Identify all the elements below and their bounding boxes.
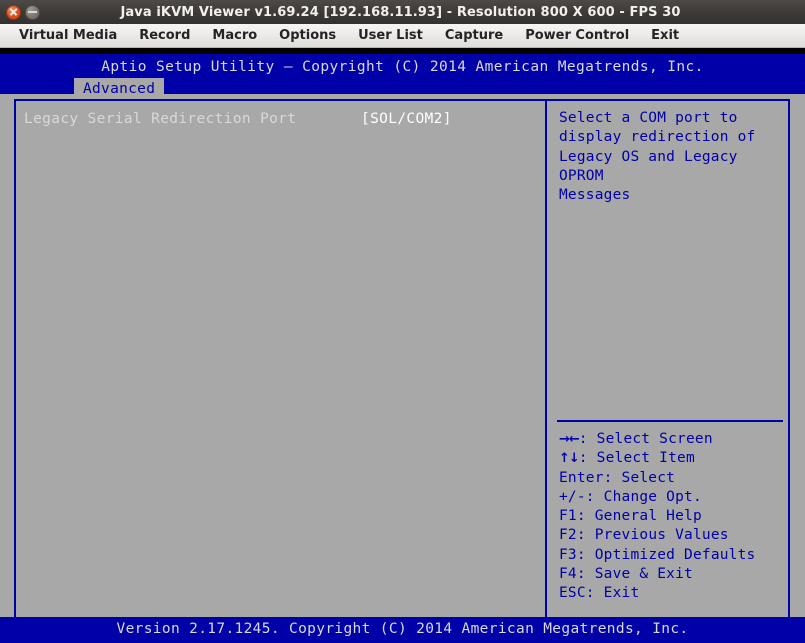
setting-row-legacy-serial-redirection-port[interactable]: Legacy Serial Redirection Port [SOL/COM2… [24,109,539,129]
navkey-plusminus-key: +/- [559,489,586,505]
bios-version-text: Version 2.17.1245. Copyright (C) 2014 Am… [0,621,805,637]
navkey-save-exit-label: : Save & Exit [577,566,693,582]
navkey-change-opt-label: : Change Opt. [586,489,702,505]
window-title: Java iKVM Viewer v1.69.24 [192.168.11.93… [40,5,805,20]
menu-item-exit[interactable]: Exit [640,25,690,47]
navkey-f2-key: F2 [559,527,577,543]
navkey-select-screen-label: : Select Screen [579,431,713,447]
menu-item-macro[interactable]: Macro [201,25,268,47]
help-description-line-2: display redirection of [559,128,781,147]
menu-item-options[interactable]: Options [268,25,347,47]
bios-header-title: Aptio Setup Utility – Copyright (C) 2014… [0,59,805,75]
bios-tab-row: Advanced [0,78,805,100]
help-description-panel: Select a COM port to display redirection… [559,109,781,205]
menu-item-record[interactable]: Record [128,25,201,47]
left-right-arrow-icon: →← [559,432,579,447]
navkey-general-help-label: : General Help [577,508,702,524]
navkey-change-opt: +/-: Change Opt. [559,488,785,507]
navkey-previous-values-label: : Previous Values [577,527,729,543]
navkey-enter-key: Enter [559,470,604,486]
setting-value[interactable]: [SOL/COM2] [361,109,452,129]
navkey-save-exit: F4: Save & Exit [559,565,785,584]
help-description-line-4: Messages [559,186,781,205]
menu-item-capture[interactable]: Capture [434,25,514,47]
navkey-select-screen: →←: Select Screen [559,430,785,449]
navkey-optimized-defaults: F3: Optimized Defaults [559,546,785,565]
navkey-enter-label: : Select [604,470,675,486]
application-menubar: Virtual Media Record Macro Options User … [0,24,805,48]
minimize-icon[interactable] [25,5,40,20]
navkey-f4-key: F4 [559,566,577,582]
setting-label: Legacy Serial Redirection Port [24,109,296,129]
close-icon[interactable] [6,5,21,20]
navkey-select-item: ↑↓: Select Item [559,449,785,468]
navkey-select-item-label: : Select Item [579,450,695,466]
window-titlebar: Java iKVM Viewer v1.69.24 [192.168.11.93… [0,0,805,25]
navkey-esc-key: ESC [559,585,586,601]
navkey-esc-exit: ESC: Exit [559,584,785,603]
remote-console-bios-screen: Aptio Setup Utility – Copyright (C) 2014… [0,48,805,643]
navkey-enter-select: Enter: Select [559,469,785,488]
menu-item-user-list[interactable]: User List [347,25,434,47]
menu-item-virtual-media[interactable]: Virtual Media [8,25,128,47]
navkey-general-help: F1: General Help [559,507,785,526]
up-down-arrow-icon: ↑↓ [559,451,579,466]
bios-header-bar: Aptio Setup Utility – Copyright (C) 2014… [0,54,805,94]
navkey-f3-key: F3 [559,547,577,563]
help-description-line-3: Legacy OS and Legacy OPROM [559,148,781,187]
navkey-esc-exit-label: : Exit [586,585,640,601]
help-description-line-1: Select a COM port to [559,109,781,128]
help-horizontal-divider [557,420,783,422]
ikvm-viewer-window: Java iKVM Viewer v1.69.24 [192.168.11.93… [0,0,805,643]
navkey-f1-key: F1 [559,508,577,524]
navigation-keys-legend: →←: Select Screen ↑↓: Select Item Enter:… [559,430,785,604]
bios-footer-bar: Version 2.17.1245. Copyright (C) 2014 Am… [0,617,805,643]
navkey-optimized-defaults-label: : Optimized Defaults [577,547,756,563]
tab-advanced[interactable]: Advanced [74,78,164,100]
navkey-previous-values: F2: Previous Values [559,526,785,545]
menu-item-power-control[interactable]: Power Control [514,25,640,47]
panel-vertical-divider [545,99,547,643]
bios-settings-list: Legacy Serial Redirection Port [SOL/COM2… [24,109,539,129]
